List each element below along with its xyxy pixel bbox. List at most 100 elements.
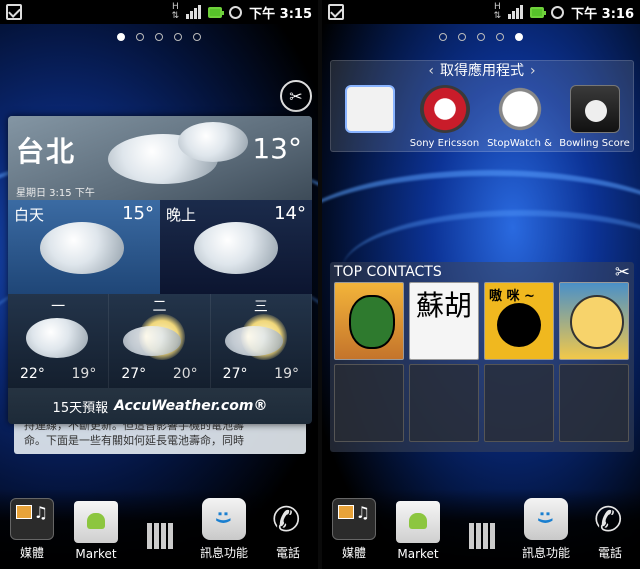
app-label: Bowling Score	[559, 138, 630, 149]
alarm-icon	[551, 5, 565, 19]
dock: 媒體 Market 訊息功能 電話	[322, 489, 640, 569]
forecast-high: 27°	[222, 366, 248, 382]
forecast-low: 19°	[274, 366, 299, 382]
daytime-temp: 15°	[122, 203, 154, 224]
forecast-high: 22°	[20, 366, 45, 382]
forecast-day-name: 一	[51, 299, 66, 315]
forecast-day: 一 22° 19°	[8, 294, 110, 388]
market-icon	[396, 501, 440, 543]
forecast-link[interactable]: 15天預報	[53, 397, 109, 416]
hspa-indicator: H ⇅	[493, 2, 502, 21]
app-drawer-button[interactable]	[130, 523, 190, 561]
media-icon	[10, 498, 54, 540]
app-label: Sony Ericsson	[409, 138, 480, 149]
apps-row: Sony Ericsson StopWatch & Bowling Score	[335, 83, 630, 151]
dock-label: Market	[75, 547, 117, 561]
contact-tile-empty[interactable]	[559, 364, 629, 442]
contact-tile[interactable]: 蘇胡	[409, 282, 479, 360]
dock-market[interactable]: Market	[388, 501, 448, 561]
night-temp: 14°	[274, 203, 306, 224]
page-dot	[155, 33, 163, 41]
weather-current: 台北 13° 星期日 3:15 下午	[8, 116, 312, 200]
forecast-day-name: 三	[253, 299, 268, 315]
contact-tile-empty[interactable]	[484, 364, 554, 442]
weather-footer[interactable]: 15天預報 AccuWeather.com®	[8, 388, 312, 424]
weather-forecast: 一 22° 19° 二 27° 20° 三 27° 19°	[8, 294, 312, 388]
forecast-low: 20°	[172, 366, 198, 382]
widget-settings-button[interactable]: ✂	[280, 80, 312, 112]
alarm-icon	[229, 5, 243, 19]
contact-tile-empty[interactable]	[409, 364, 479, 442]
cloud-icon	[224, 326, 283, 356]
status-bar: H ⇅ 下午 3:16	[322, 0, 640, 24]
media-icon	[332, 498, 376, 540]
notification-check-icon[interactable]	[6, 4, 22, 20]
weather-widget[interactable]: 台北 13° 星期日 3:15 下午 白天 15° 晚上 14° 一 22° 1…	[8, 116, 312, 424]
dock-messaging[interactable]: 訊息功能	[516, 498, 576, 561]
dock-market[interactable]: Market	[66, 501, 126, 561]
stopwatch-icon	[494, 85, 545, 133]
tools-icon: ✂	[289, 86, 303, 106]
apps-widget-header: ‹ 取得應用程式 ›	[331, 61, 633, 81]
cloud-icon	[178, 122, 248, 162]
app-icon	[344, 85, 395, 133]
contact-tile[interactable]	[559, 282, 629, 360]
current-temp: 13°	[252, 132, 302, 165]
messaging-icon	[524, 498, 568, 540]
forecast-day: 三 27° 19°	[211, 294, 312, 388]
contact-tile-empty[interactable]	[334, 364, 404, 442]
contacts-title: TOP CONTACTS	[334, 264, 442, 280]
weather-datetime: 星期日 3:15 下午	[16, 188, 95, 199]
contact-image-text: 蘇胡	[415, 289, 472, 322]
dock-media[interactable]: 媒體	[324, 498, 384, 561]
accuweather-logo: AccuWeather.com®	[114, 398, 268, 414]
app-grid-icon	[469, 523, 495, 549]
forecast-day: 二 27° 20°	[109, 294, 211, 388]
app-item[interactable]: Bowling Score	[559, 83, 630, 151]
right-screen: H ⇅ 下午 3:16 ‹ 取得應用程式 › Sony Ericsson Sto…	[322, 0, 640, 569]
dock-phone[interactable]: 電話	[258, 498, 318, 561]
page-dot	[439, 33, 447, 41]
page-dot	[458, 33, 466, 41]
dock: 媒體 Market 訊息功能 電話	[0, 489, 318, 569]
city-name: 台北	[16, 135, 77, 168]
chevron-left-icon[interactable]: ‹	[428, 63, 434, 79]
app-drawer-button[interactable]	[452, 523, 512, 561]
cloud-icon	[40, 222, 124, 274]
signal-icon	[508, 5, 524, 19]
get-apps-widget: ‹ 取得應用程式 › Sony Ericsson StopWatch & Bowli…	[330, 60, 634, 152]
signal-icon	[186, 5, 202, 19]
forecast-high: 27°	[121, 366, 147, 382]
cloud-icon	[194, 222, 278, 274]
app-item[interactable]: StopWatch &	[485, 83, 554, 151]
contact-tile[interactable]: 嗷 咪 ~	[484, 282, 554, 360]
page-dot	[193, 33, 201, 41]
dock-label: 訊息功能	[199, 546, 248, 560]
page-dot	[117, 33, 125, 41]
battery-icon	[208, 6, 225, 18]
forecast-low: 19°	[71, 366, 97, 382]
dock-label: 訊息功能	[521, 546, 570, 560]
page-dot	[174, 33, 182, 41]
status-bar: H ⇅ 下午 3:15	[0, 0, 318, 24]
notification-check-icon[interactable]	[328, 4, 344, 20]
contact-grid: 蘇胡 嗷 咪 ~	[334, 282, 630, 442]
phone-icon	[588, 498, 632, 540]
dock-phone[interactable]: 電話	[580, 498, 640, 561]
chevron-right-icon[interactable]: ›	[530, 63, 536, 79]
dock-messaging[interactable]: 訊息功能	[194, 498, 254, 561]
dock-label: 媒體	[341, 546, 366, 560]
app-item[interactable]	[335, 83, 404, 151]
phone-icon	[266, 498, 310, 540]
dock-label: 媒體	[19, 546, 44, 560]
contact-tile[interactable]	[334, 282, 404, 360]
app-grid-icon	[147, 523, 173, 549]
tools-icon[interactable]: ✂	[615, 262, 630, 283]
daytime-label: 白天	[14, 206, 45, 224]
bowling-icon	[569, 85, 620, 133]
status-clock: 下午 3:16	[571, 6, 634, 22]
app-label: StopWatch &	[487, 138, 552, 149]
dock-label: Market	[397, 547, 439, 561]
app-item[interactable]: Sony Ericsson	[410, 83, 479, 151]
dock-media[interactable]: 媒體	[2, 498, 62, 561]
